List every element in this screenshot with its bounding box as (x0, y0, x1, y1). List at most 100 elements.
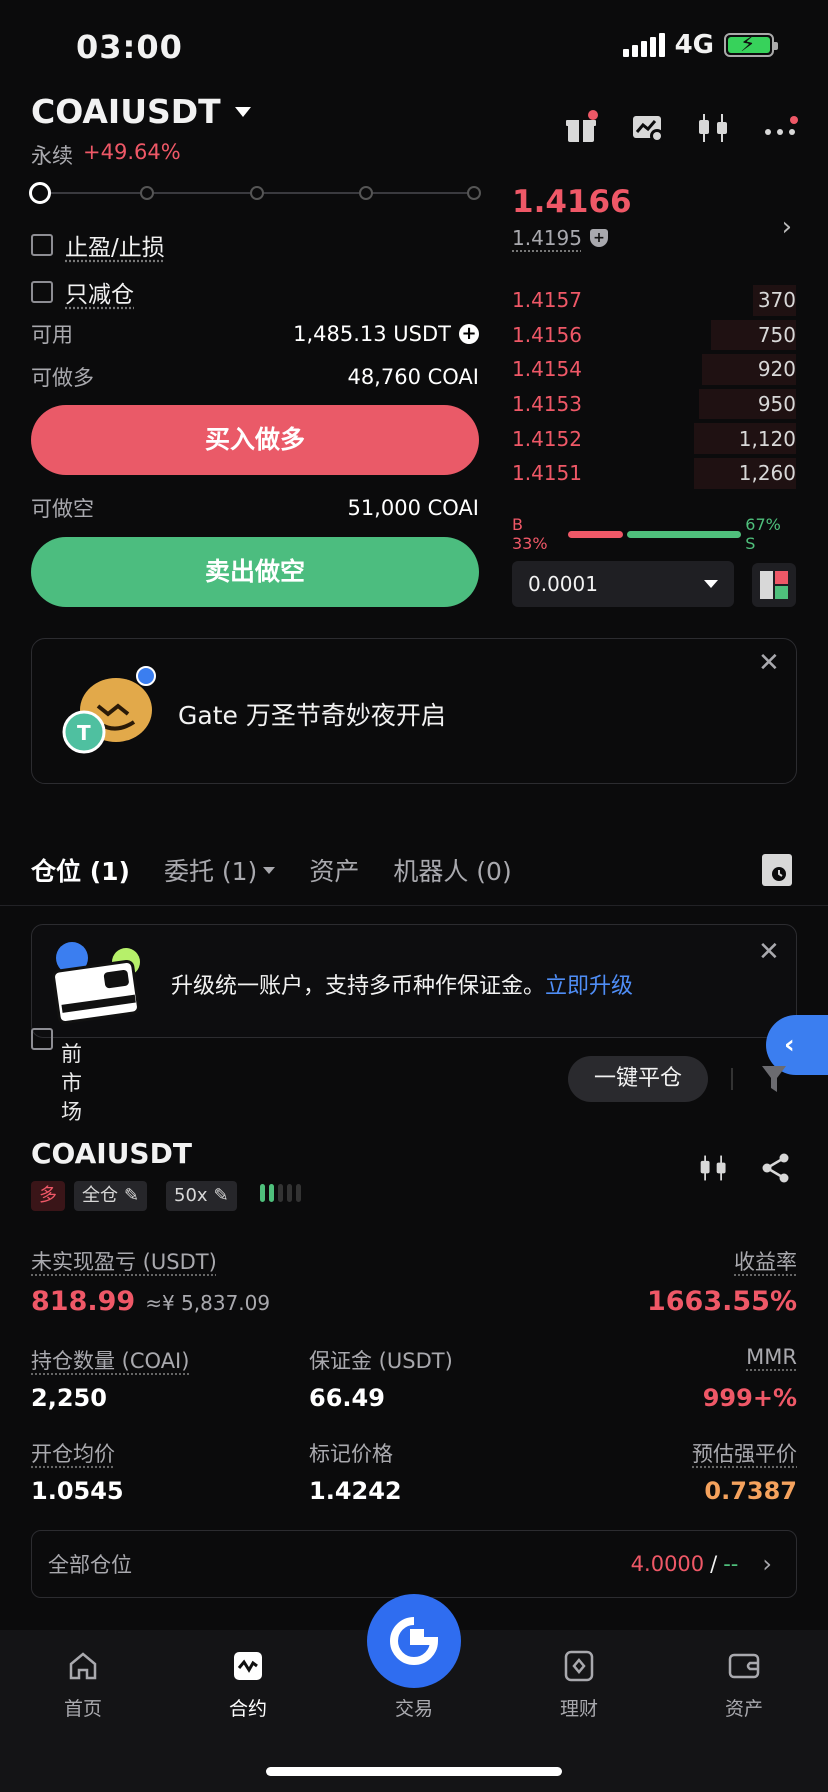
nav-home[interactable]: 首页 (33, 1650, 133, 1721)
mark-label: 标记价格 (309, 1442, 393, 1466)
can-long-row: 可做多 48,760 COAI (31, 362, 479, 392)
size-value: 2,250 (31, 1384, 107, 1412)
can-long-label: 可做多 (31, 366, 94, 390)
can-short-row: 可做空 51,000 COAI (31, 493, 479, 523)
futures-icon (232, 1650, 264, 1682)
buy-ratio-bar (567, 530, 624, 538)
slider-mark-75[interactable] (359, 186, 373, 200)
current-market-label: 前市场 (61, 1042, 82, 1124)
reduce-only-label: 只减仓 (65, 282, 134, 308)
ask-row[interactable]: 1.4151 1,260 (512, 456, 796, 491)
price-change: +49.64% (83, 140, 181, 164)
ask-qty: 1,120 (738, 426, 796, 451)
chart-settings-icon[interactable] (630, 110, 666, 146)
sell-ratio-label: 67% S (745, 515, 781, 553)
precision-select[interactable]: 0.0001 (512, 561, 734, 607)
checkbox[interactable] (31, 234, 53, 256)
buy-long-button[interactable]: 买入做多 (31, 405, 479, 475)
buy-ratio-label: B 33% (512, 515, 548, 553)
risk-level-indicator (260, 1184, 301, 1202)
history-icon[interactable] (762, 854, 792, 886)
chevron-down-icon (704, 580, 718, 588)
mmr-label: MMR (746, 1345, 797, 1369)
share-icon[interactable] (760, 1152, 792, 1188)
ask-list: 1.4157 370 1.4156 750 1.4154 920 1.4153 950 … (512, 283, 796, 491)
divider (0, 905, 828, 906)
tab-orders[interactable]: 委托 (1) (164, 852, 276, 888)
upnl-value: 818.99 (31, 1286, 136, 1317)
nav-trade[interactable]: 交易 (364, 1650, 464, 1721)
home-icon (67, 1650, 99, 1682)
close-all-button[interactable]: 一键平仓 (568, 1056, 708, 1102)
all-positions-row[interactable]: 全部仓位 4.0000 / -- › (31, 1530, 797, 1598)
halloween-pumpkin-icon: T (60, 666, 160, 762)
upnl-label: 未实现盈亏 (USDT) (31, 1250, 217, 1274)
side-badge: 多 (31, 1181, 65, 1211)
ask-row[interactable]: 1.4157 370 (512, 283, 796, 318)
tab-assets[interactable]: 资产 (309, 852, 359, 888)
ask-qty: 750 (757, 322, 796, 347)
ask-qty: 370 (757, 288, 796, 313)
upgrade-link[interactable]: 立即升级 (545, 974, 633, 999)
entry-value: 1.0545 (31, 1477, 124, 1505)
slider-mark-100[interactable] (467, 186, 481, 200)
chevron-right-icon[interactable]: › (782, 212, 792, 242)
contract-info: 永续 +49.64% (31, 140, 181, 170)
margin-value: 66.49 (309, 1384, 385, 1412)
gift-icon[interactable] (564, 110, 600, 146)
ask-price: 1.4152 (512, 426, 582, 451)
nav-futures[interactable]: 合约 (198, 1650, 298, 1721)
network-label: 4G (674, 30, 714, 60)
nav-assets[interactable]: 资产 (694, 1650, 794, 1721)
checkbox[interactable] (31, 281, 53, 303)
slider-mark-50[interactable] (250, 186, 264, 200)
ask-row[interactable]: 1.4156 750 (512, 318, 796, 353)
slider-handle[interactable] (29, 182, 51, 204)
status-indicators: 4G ⚡ (622, 30, 778, 60)
nav-finance[interactable]: 理财 (529, 1650, 629, 1721)
leverage-badge[interactable]: 50x ✎ (166, 1181, 237, 1211)
available-value: 1,485.13 USDT (293, 322, 451, 346)
sell-short-button[interactable]: 卖出做空 (31, 537, 479, 607)
symbol-name: COAIUSDT (31, 92, 221, 131)
margin-mode-badge[interactable]: 全仓 ✎ (74, 1181, 148, 1211)
roe-label: 收益率 (734, 1250, 797, 1274)
close-icon[interactable]: ✕ (758, 648, 780, 678)
ask-price: 1.4151 (512, 461, 582, 486)
symbol-selector[interactable]: COAIUSDT (31, 92, 251, 131)
ask-qty: 920 (757, 357, 796, 382)
nav-finance-label: 理财 (559, 1698, 598, 1720)
mark-price-row: 1.4195 + (512, 226, 608, 250)
upgrade-message: 升级统一账户，支持多币种作保证金。 (171, 974, 546, 999)
position-symbol: COAIUSDT (31, 1137, 192, 1170)
close-icon[interactable]: ✕ (758, 937, 780, 967)
upnl-cny: ≈¥ 5,837.09 (145, 1291, 271, 1315)
orderbook-layout-icon[interactable] (752, 563, 796, 607)
nav-home-label: 首页 (63, 1698, 102, 1720)
ask-price: 1.4156 (512, 322, 582, 347)
slider-mark-25[interactable] (140, 186, 154, 200)
promo-text: Gate 万圣节奇妙夜开启 (178, 701, 446, 730)
ask-price: 1.4157 (512, 288, 582, 313)
size-label: 持仓数量 (COAI) (31, 1349, 190, 1373)
leverage: 50x (174, 1185, 208, 1206)
more-icon[interactable] (762, 110, 798, 146)
current-market-checkbox[interactable] (31, 1028, 53, 1050)
tp-sl-checkbox[interactable]: 止盈/止损 (31, 228, 165, 262)
ask-price: 1.4153 (512, 392, 582, 417)
finance-icon (563, 1650, 595, 1682)
filter-icon[interactable] (760, 1064, 788, 1098)
liq-value: 0.7387 (704, 1477, 797, 1505)
tab-bots[interactable]: 机器人 (0) (393, 852, 511, 888)
candlestick-icon[interactable] (698, 1152, 730, 1188)
tab-positions[interactable]: 仓位 (1) (31, 852, 130, 888)
home-indicator (266, 1767, 562, 1776)
ask-row[interactable]: 1.4153 950 (512, 387, 796, 422)
reduce-only-checkbox[interactable]: 只减仓 (31, 275, 134, 309)
candlestick-icon[interactable] (696, 110, 732, 146)
ask-row[interactable]: 1.4154 920 (512, 352, 796, 387)
ask-row[interactable]: 1.4152 1,120 (512, 421, 796, 456)
precision-value: 0.0001 (528, 572, 598, 596)
add-funds-icon[interactable]: + (459, 324, 479, 344)
liq-label: 预估强平价 (692, 1442, 797, 1466)
